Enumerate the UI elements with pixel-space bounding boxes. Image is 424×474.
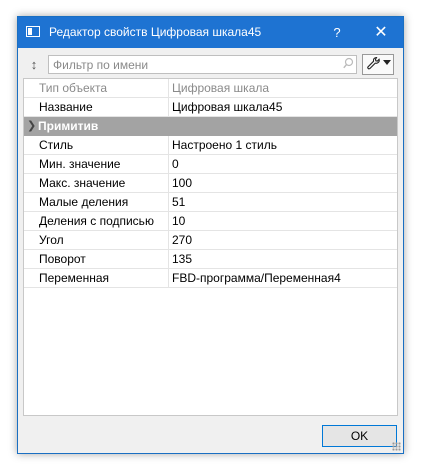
group-label: Примитив — [38, 119, 99, 133]
property-key: Мин. значение — [24, 155, 169, 173]
property-value[interactable]: Цифровая шкала45 — [170, 98, 396, 116]
property-key: Макс. значение — [24, 174, 169, 192]
property-row[interactable]: Малые деления 51 — [24, 193, 397, 212]
filter-input[interactable] — [48, 55, 357, 74]
property-value[interactable]: 270 — [170, 231, 396, 249]
resize-grip-icon[interactable] — [392, 442, 401, 451]
header-row: Тип объекта Цифровая шкала — [24, 79, 397, 98]
property-key: Переменная — [24, 269, 169, 287]
property-value[interactable]: 10 — [170, 212, 396, 230]
title-bar[interactable]: Редактор свойств Цифровая шкала45 ? ✕ — [18, 17, 403, 48]
chevron-down-icon — [383, 60, 391, 65]
header-value: Цифровая шкала — [172, 81, 270, 95]
property-value[interactable]: 135 — [170, 250, 396, 268]
search-icon — [343, 57, 355, 71]
property-key: Деления с подписью — [24, 212, 169, 230]
filter-toolbar: ↕ — [24, 54, 395, 76]
property-key: Угол — [24, 231, 169, 249]
property-value[interactable]: 100 — [170, 174, 396, 192]
header-key: Тип объекта — [24, 79, 169, 97]
tools-button[interactable] — [362, 54, 394, 75]
property-row[interactable]: Поворот 135 — [24, 250, 397, 269]
property-row[interactable]: Макс. значение 100 — [24, 174, 397, 193]
property-key: Малые деления — [24, 193, 169, 211]
property-value[interactable]: 0 — [170, 155, 396, 173]
property-row-name[interactable]: Название Цифровая шкала45 — [24, 98, 397, 117]
property-editor-window: Редактор свойств Цифровая шкала45 ? ✕ ↕ … — [17, 16, 404, 454]
property-row[interactable]: Переменная FBD-программа/Переменная4 — [24, 269, 397, 288]
property-row[interactable]: Мин. значение 0 — [24, 155, 397, 174]
help-button[interactable]: ? — [326, 17, 348, 48]
property-value[interactable]: Настроено 1 стиль — [170, 136, 396, 154]
property-key: Название — [24, 98, 169, 116]
property-grid: Тип объекта Цифровая шкала Название Цифр… — [23, 78, 398, 416]
group-row-primitive[interactable]: ❯ Примитив — [24, 117, 397, 136]
property-value[interactable]: 51 — [170, 193, 396, 211]
property-value[interactable]: FBD-программа/Переменная4 — [170, 269, 396, 287]
property-row[interactable]: Деления с подписью 10 — [24, 212, 397, 231]
close-button[interactable]: ✕ — [364, 17, 398, 48]
wrench-icon — [366, 56, 381, 75]
ok-button[interactable]: OK — [322, 425, 397, 447]
property-key: Поворот — [24, 250, 169, 268]
window-icon — [26, 26, 40, 37]
window-title: Редактор свойств Цифровая шкала45 — [49, 25, 262, 39]
property-key: Стиль — [24, 136, 169, 154]
property-row[interactable]: Угол 270 — [24, 231, 397, 250]
property-row[interactable]: Стиль Настроено 1 стиль — [24, 136, 397, 155]
expand-vertical-icon[interactable]: ↕ — [26, 56, 42, 74]
